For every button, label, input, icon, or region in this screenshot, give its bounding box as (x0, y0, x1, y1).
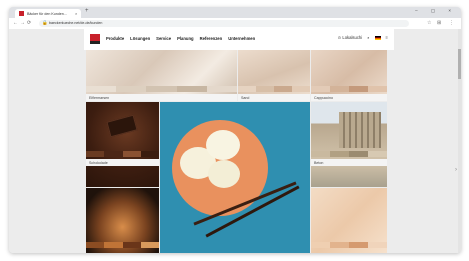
forward-icon[interactable]: → (20, 20, 25, 26)
lock-icon: 🔒 (42, 20, 48, 25)
color-swatch (86, 242, 159, 248)
browser-menu-icon[interactable]: ⋮ (449, 20, 454, 26)
menu-item-service[interactable]: Service (156, 36, 171, 41)
featured-image-tile[interactable] (160, 102, 310, 253)
close-tab-icon[interactable]: × (75, 11, 77, 16)
main-menu: Produkte Lösungen Service Planung Refere… (106, 36, 255, 41)
ice-cream-scoop (206, 130, 240, 160)
url-input[interactable]: 🔒 baeckerkueche.net/de-de/kunden (39, 20, 409, 27)
back-icon[interactable]: ← (13, 20, 18, 26)
tile-caption: Eiflermarsen (86, 94, 237, 101)
star-icon[interactable]: ☆ (427, 20, 431, 26)
menu-item-loesungen[interactable]: Lösungen (130, 36, 150, 41)
search-icon[interactable]: ⌕ (367, 35, 369, 40)
window-controls[interactable]: – ▢ × (415, 8, 457, 14)
material-tile[interactable]: Sand (238, 50, 310, 101)
menu-item-referenzen[interactable]: Referenzen (200, 36, 223, 41)
tab-bar: Bäcker für den Kunden… × + – ▢ × (9, 7, 461, 18)
menu-item-unternehmen[interactable]: Unternehmen (228, 36, 255, 41)
color-swatch (311, 242, 387, 248)
color-swatch (238, 86, 310, 92)
material-tile[interactable]: Schokolade (86, 102, 159, 187)
material-tile[interactable]: Eiflermarsen (86, 50, 237, 101)
tile-caption: Sand (238, 94, 310, 101)
browser-window: Bäcker für den Kunden… × + – ▢ × ← → ⟳ 🔒… (9, 7, 461, 253)
chocolate-piece-image (106, 114, 138, 138)
tile-label: Schokolade (89, 160, 108, 165)
tile-label: Sand (241, 95, 250, 100)
color-swatch (86, 151, 159, 157)
material-tile[interactable]: Beton (311, 102, 387, 187)
menu-item-produkte[interactable]: Produkte (106, 36, 124, 41)
favicon-icon (19, 11, 24, 16)
tile-caption: Schokolade (86, 159, 159, 166)
tile-label: Beton (314, 160, 324, 165)
header-tools: ⊙ Lokalsuchi ⌕ ≡ (338, 35, 388, 40)
site-header: Produkte Lösungen Service Planung Refere… (84, 29, 394, 50)
color-swatch (311, 86, 387, 92)
tile-caption: Beton (311, 159, 387, 166)
color-swatch (311, 151, 387, 157)
material-tile[interactable] (311, 188, 387, 253)
brand-logo[interactable] (90, 34, 100, 44)
scrollbar-thumb[interactable] (458, 49, 461, 79)
material-tile[interactable] (86, 188, 159, 253)
extensions-icon[interactable]: ⊞ (437, 20, 441, 26)
page-scrollbar[interactable] (458, 29, 461, 253)
browser-tab[interactable]: Bäcker für den Kunden… × (15, 9, 81, 18)
color-swatch (86, 86, 237, 92)
chevron-right-icon[interactable]: › (455, 167, 457, 173)
hamburger-menu-icon[interactable]: ≡ (386, 35, 388, 40)
material-tile[interactable]: Cappuccino (311, 50, 387, 101)
account-link[interactable]: ⊙ Lokalsuchi (338, 35, 362, 40)
reload-icon[interactable]: ⟳ (27, 20, 31, 26)
tile-label: Cappuccino (314, 95, 333, 100)
tile-label: Eiflermarsen (89, 95, 110, 100)
website-viewport: Produkte Lösungen Service Planung Refere… (9, 29, 461, 253)
tile-caption: Cappuccino (311, 94, 387, 101)
german-flag-icon[interactable] (374, 35, 381, 40)
menu-item-planung[interactable]: Planung (177, 36, 194, 41)
building-image (339, 112, 381, 148)
ice-cream-scoop (208, 160, 240, 188)
url-text: baeckerkueche.net/de-de/kunden (49, 21, 103, 25)
tab-title: Bäcker für den Kunden… (27, 11, 68, 16)
new-tab-button[interactable]: + (85, 8, 89, 14)
